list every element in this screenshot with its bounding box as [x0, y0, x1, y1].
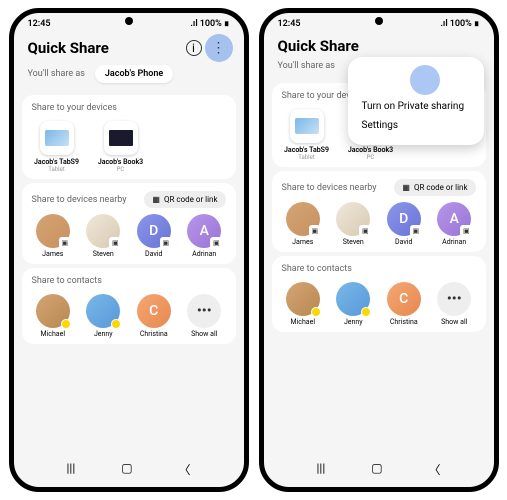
nearby-person[interactable]: D▣David	[133, 214, 176, 258]
clock: 12:45	[28, 19, 51, 29]
status-right: .ıl 100%∎	[440, 19, 479, 29]
camera-notch	[375, 17, 383, 25]
contact-person[interactable]: Michael	[282, 282, 325, 326]
nav-bar: ||| ▢ 〈	[14, 455, 244, 484]
phone-right: 12:45 .ıl 100%∎ Quick Share Turn on Priv…	[259, 8, 499, 492]
contact-person[interactable]: Jenny	[82, 294, 125, 338]
device-pc[interactable]: Jacob's Book3PC	[96, 121, 146, 173]
nearby-person[interactable]: A▣Adrinan	[433, 202, 476, 246]
camera-notch	[125, 17, 133, 25]
settings-option[interactable]: Settings	[362, 116, 470, 135]
page-title: Quick Share	[28, 39, 180, 57]
nearby-person[interactable]: ▣Steven	[82, 214, 125, 258]
contacts-section: Share to contacts Michael Jenny CChristi…	[22, 268, 236, 344]
nearby-person[interactable]: ▣James	[32, 214, 75, 258]
more-menu-button[interactable]: ⋮	[208, 37, 230, 59]
contact-person[interactable]: Jenny	[332, 282, 375, 326]
back-button[interactable]: 〈	[428, 461, 440, 478]
status-right: .ıl 100%∎	[190, 19, 229, 29]
page-title: Quick Share	[278, 37, 480, 55]
recents-button[interactable]: |||	[316, 461, 325, 478]
contact-person[interactable]: CChristina	[383, 282, 426, 326]
nearby-person[interactable]: A▣Adrinan	[183, 214, 226, 258]
nearby-person[interactable]: D▣David	[383, 202, 426, 246]
qr-link-button[interactable]: ▦ QR code or link	[144, 191, 225, 208]
nav-bar: ||| ▢ 〈	[264, 455, 494, 484]
qr-link-button[interactable]: ▦ QR code or link	[394, 179, 475, 196]
context-menu: Turn on Private sharing Settings	[348, 57, 484, 145]
share-as-label: You'll share as	[28, 69, 85, 79]
home-button[interactable]: ▢	[121, 461, 132, 478]
device-tablet[interactable]: Jacob's TabS9Tablet	[32, 121, 82, 173]
info-icon[interactable]: i	[186, 40, 202, 56]
show-all-button[interactable]: •••Show all	[433, 282, 476, 326]
nearby-section: Share to devices nearby▦ QR code or link…	[272, 171, 486, 252]
your-devices-section: Share to your devices Jacob's TabS9Table…	[22, 95, 236, 179]
recents-button[interactable]: |||	[66, 461, 75, 478]
nearby-section: Share to devices nearby▦ QR code or link…	[22, 183, 236, 264]
contacts-section: Share to contacts Michael Jenny CChristi…	[272, 256, 486, 332]
contact-person[interactable]: Michael	[32, 294, 75, 338]
contact-person[interactable]: CChristina	[133, 294, 176, 338]
phone-left: 12:45 .ıl 100%∎ Quick Share i ⋮ You'll s…	[9, 8, 249, 492]
show-all-button[interactable]: •••Show all	[183, 294, 226, 338]
share-as-label: You'll share as	[278, 61, 335, 71]
nearby-person[interactable]: ▣Steven	[332, 202, 375, 246]
private-sharing-option[interactable]: Turn on Private sharing	[362, 67, 470, 116]
back-button[interactable]: 〈	[178, 461, 190, 478]
home-button[interactable]: ▢	[371, 461, 382, 478]
device-tablet[interactable]: Jacob's TabS9Tablet	[282, 109, 332, 161]
nearby-person[interactable]: ▣James	[282, 202, 325, 246]
device-name-chip[interactable]: Jacob's Phone	[95, 65, 173, 83]
clock: 12:45	[278, 19, 301, 29]
